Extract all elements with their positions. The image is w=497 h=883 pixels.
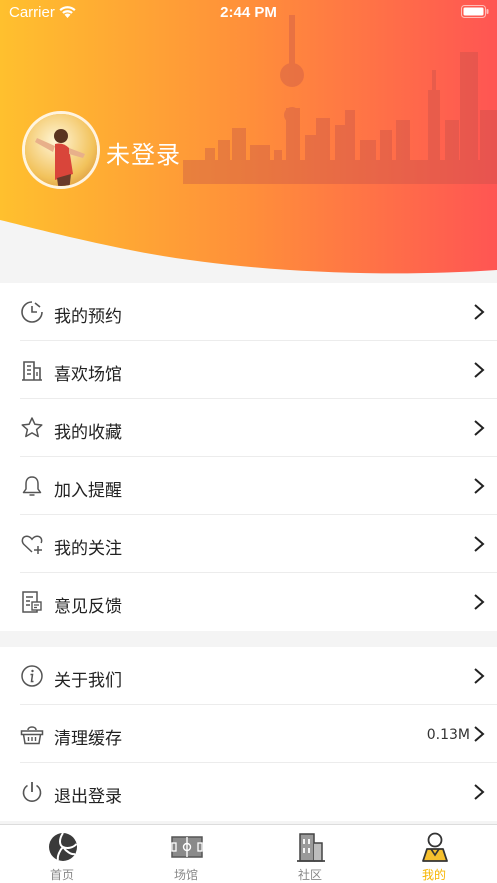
- basket-icon: [20, 726, 44, 745]
- battery-icon: [461, 5, 489, 18]
- username-label: 未登录: [106, 141, 181, 169]
- menu-label: 关于我们: [54, 671, 122, 691]
- tab-home[interactable]: 首页: [0, 825, 124, 883]
- menu-item-appointments[interactable]: 我的预约: [0, 283, 497, 341]
- volleyball-icon: [49, 832, 78, 861]
- community-building-icon: [297, 833, 325, 862]
- menu-item-following[interactable]: 我的关注: [0, 515, 497, 573]
- menu-item-favorite-venues[interactable]: 喜欢场馆: [0, 341, 497, 399]
- menu-item-feedback[interactable]: 意见反馈: [0, 573, 497, 631]
- menu-label: 我的收藏: [54, 423, 122, 443]
- tab-label: 场馆: [173, 868, 198, 882]
- menu-label: 意见反馈: [54, 597, 122, 617]
- power-icon: [22, 782, 42, 802]
- tab-label: 社区: [297, 868, 322, 882]
- tab-venues[interactable]: 场馆: [124, 825, 248, 883]
- chevron-right-icon: [474, 726, 485, 742]
- settings-menu-section: 关于我们 清理缓存 0.13M 退出登录: [0, 647, 497, 821]
- chevron-right-icon: [474, 784, 485, 800]
- menu-label: 我的关注: [54, 539, 122, 559]
- menu-label: 退出登录: [54, 787, 122, 807]
- field-icon: [171, 836, 203, 858]
- clock-icon: [21, 301, 43, 323]
- cache-size-value: 0.13M: [426, 727, 470, 743]
- chevron-right-icon: [474, 362, 485, 378]
- user-icon: [422, 832, 448, 862]
- status-bar: Carrier 2:44 PM: [0, 0, 497, 26]
- bell-icon: [22, 476, 42, 496]
- menu-item-logout[interactable]: 退出登录: [0, 763, 497, 821]
- chevron-right-icon: [474, 594, 485, 610]
- chevron-right-icon: [474, 420, 485, 436]
- tab-mine[interactable]: 我的: [372, 825, 496, 883]
- tab-label: 我的: [421, 868, 446, 882]
- profile-header: Carrier 2:44 PM 未登录: [0, 0, 497, 283]
- menu-label: 喜欢场馆: [54, 365, 122, 385]
- star-icon: [21, 417, 43, 438]
- menu-item-clear-cache[interactable]: 清理缓存 0.13M: [0, 705, 497, 763]
- menu-label: 加入提醒: [54, 481, 122, 501]
- tab-community[interactable]: 社区: [248, 825, 372, 883]
- status-time: 2:44 PM: [220, 4, 277, 21]
- chevron-right-icon: [474, 478, 485, 494]
- chevron-right-icon: [474, 304, 485, 320]
- heart-plus-icon: [21, 535, 43, 554]
- menu-item-about[interactable]: 关于我们: [0, 647, 497, 705]
- info-icon: [21, 665, 43, 687]
- tab-label: 首页: [49, 868, 74, 882]
- avatar[interactable]: [22, 111, 100, 189]
- menu-label: 清理缓存: [54, 729, 122, 749]
- chevron-right-icon: [474, 668, 485, 684]
- building-icon: [22, 361, 42, 381]
- menu-label: 我的预约: [54, 307, 122, 327]
- menu-item-reminders[interactable]: 加入提醒: [0, 457, 497, 515]
- tab-bar: 首页 场馆 社区 我的: [0, 824, 497, 883]
- main-menu-section: 我的预约 喜欢场馆 我的收藏 加入提醒 我的关注 意见反馈: [0, 283, 497, 631]
- feedback-icon: [22, 591, 42, 613]
- chevron-right-icon: [474, 536, 485, 552]
- menu-item-favorites[interactable]: 我的收藏: [0, 399, 497, 457]
